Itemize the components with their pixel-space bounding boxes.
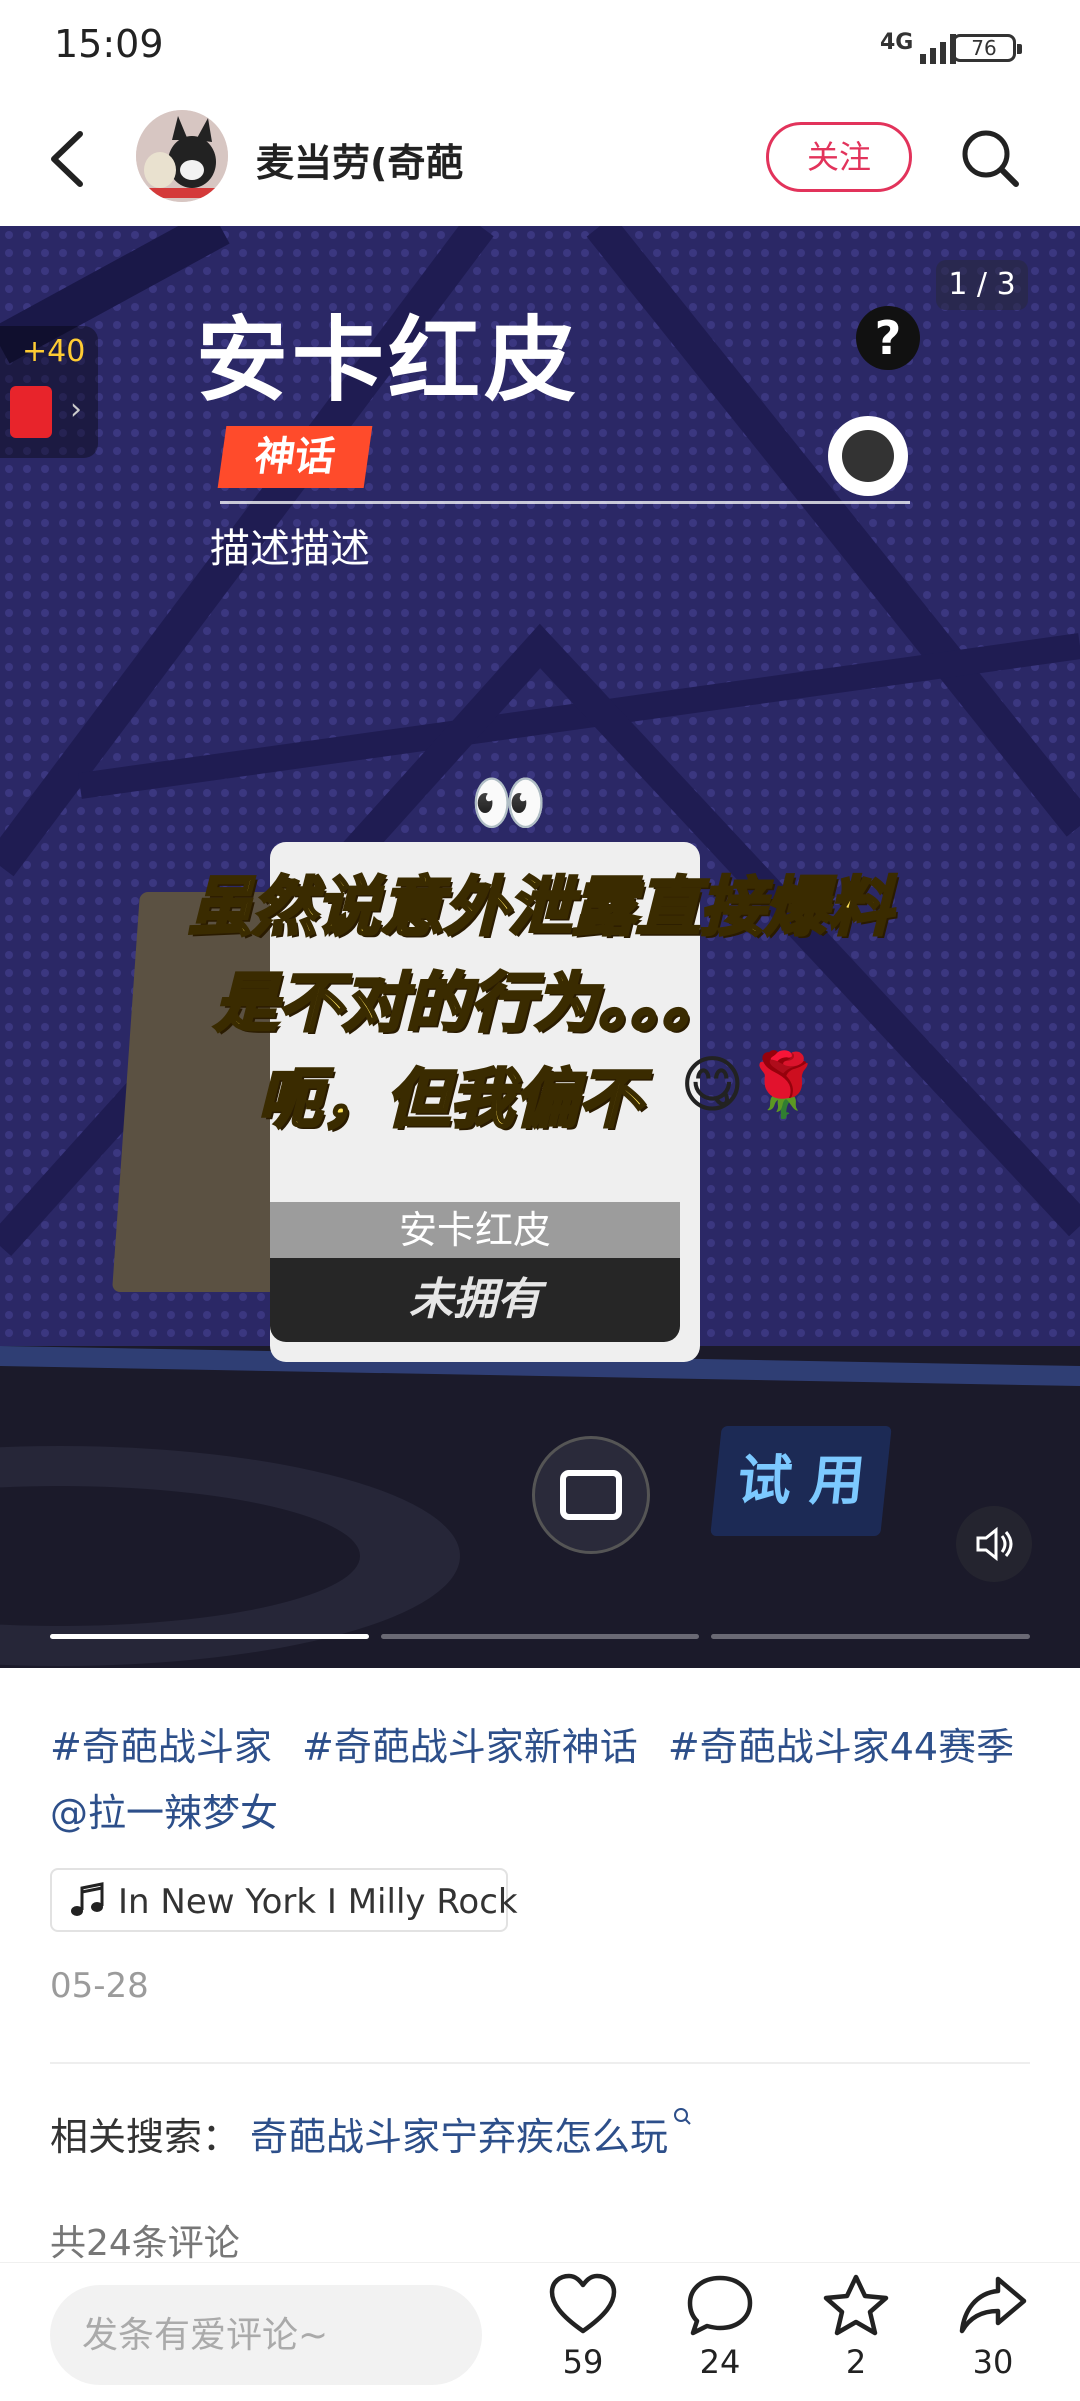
bottom-action-bar: 59 24 2 30 [0,2262,1080,2401]
follow-button[interactable]: 关注 [766,122,912,192]
hashtag-link[interactable]: #奇葩战斗家44赛季 [668,1725,1014,1769]
media-carousel[interactable]: +40 › 1 / 3 安卡红皮 ? 神话 描述描述 安卡红皮 未拥有 👀 虽然… [0,226,1080,1668]
red-packet-widget[interactable]: +40 › [0,326,98,458]
list-icon-inner [842,430,894,482]
status-time: 15:09 [54,22,164,66]
username[interactable]: 麦当劳(奇葩 [256,132,463,187]
caption-line: 是不对的行为。。。 [213,966,728,1043]
dog-avatar-icon [136,110,228,202]
favorite-button[interactable]: 2 [806,2273,906,2381]
progress-segment [50,1634,369,1639]
list-icon [828,416,908,496]
divider [50,2062,1030,2064]
comments-count: 共24条评论 [50,2223,240,2264]
page-counter: 1 / 3 [936,260,1028,310]
like-count: 59 [562,2343,604,2381]
help-icon: ? [856,306,920,370]
heart-icon [549,2273,617,2334]
post-header: 麦当劳(奇葩 关注 [0,96,1080,226]
red-packet-icon [10,386,52,438]
divider [220,501,910,504]
share-count: 30 [972,2343,1014,2381]
comment-count: 24 [699,2343,741,2381]
progress-segment [711,1634,1030,1639]
star-icon [823,2274,889,2336]
card-status: 未拥有 [409,1274,541,1325]
status-bar: 15:09 4G 76 [0,0,1080,96]
carousel-progress [50,1634,1030,1640]
eyes-emoji: 👀 [470,766,548,839]
progress-segment [380,1634,700,1639]
skin-description: 描述描述 [210,526,370,572]
mention-link[interactable]: @拉一辣梦女 [50,1791,278,1835]
avatar[interactable] [136,110,228,202]
favorite-count: 2 [845,2343,867,2381]
volume-button[interactable] [956,1506,1032,1582]
like-button[interactable]: 59 [533,2273,633,2381]
comment-input[interactable] [50,2285,482,2385]
caption-line: 虽然说意外泄露直接爆料 [187,870,894,947]
hashtag-link[interactable]: #奇葩战斗家新神话 [302,1725,638,1769]
network-indicator: 4G [880,30,914,55]
share-arrow-icon [959,2276,1027,2334]
speaker-icon [976,1526,1013,1562]
related-search-link[interactable]: 奇葩战斗家宁弃疾怎么玩 [250,2106,694,2161]
comment-bubble-icon [687,2275,753,2336]
try-button[interactable]: 试 用 [710,1426,892,1536]
fullscreen-button[interactable] [532,1436,650,1554]
red-packet-bonus: +40 [22,334,86,369]
hashtag-link[interactable]: #奇葩战斗家 [50,1725,272,1769]
share-button[interactable]: 30 [943,2273,1043,2381]
post-date: 05-28 [50,1966,149,2006]
related-search-query: 奇葩战斗家宁弃疾怎么玩 [250,2115,669,2159]
search-icon[interactable] [954,122,1026,194]
battery-icon: 76 [952,34,1022,62]
hashtag-list: #奇葩战斗家 #奇葩战斗家新神话 #奇葩战斗家44赛季 @拉一辣梦女 [50,1714,1040,1846]
caption-emoji: 😋🌹 [680,1048,822,1121]
fullscreen-icon [560,1470,622,1520]
music-title: In New York I Milly Rock [118,1882,518,1922]
music-note-icon [71,1882,104,1916]
search-small-icon [674,2108,691,2125]
skin-title: 安卡红皮 [196,307,581,414]
card-name: 安卡红皮 [398,1208,551,1252]
rarity-badge: 神话 [217,426,373,488]
back-arrow-icon[interactable] [40,124,100,194]
related-search-label: 相关搜索： [50,2115,241,2159]
chevron-right-icon: › [70,392,82,427]
caption-line: 呃，但我偏不 [257,1062,644,1139]
music-chip[interactable]: In New York I Milly Rock [50,1868,518,1932]
comment-button[interactable]: 24 [670,2273,770,2381]
